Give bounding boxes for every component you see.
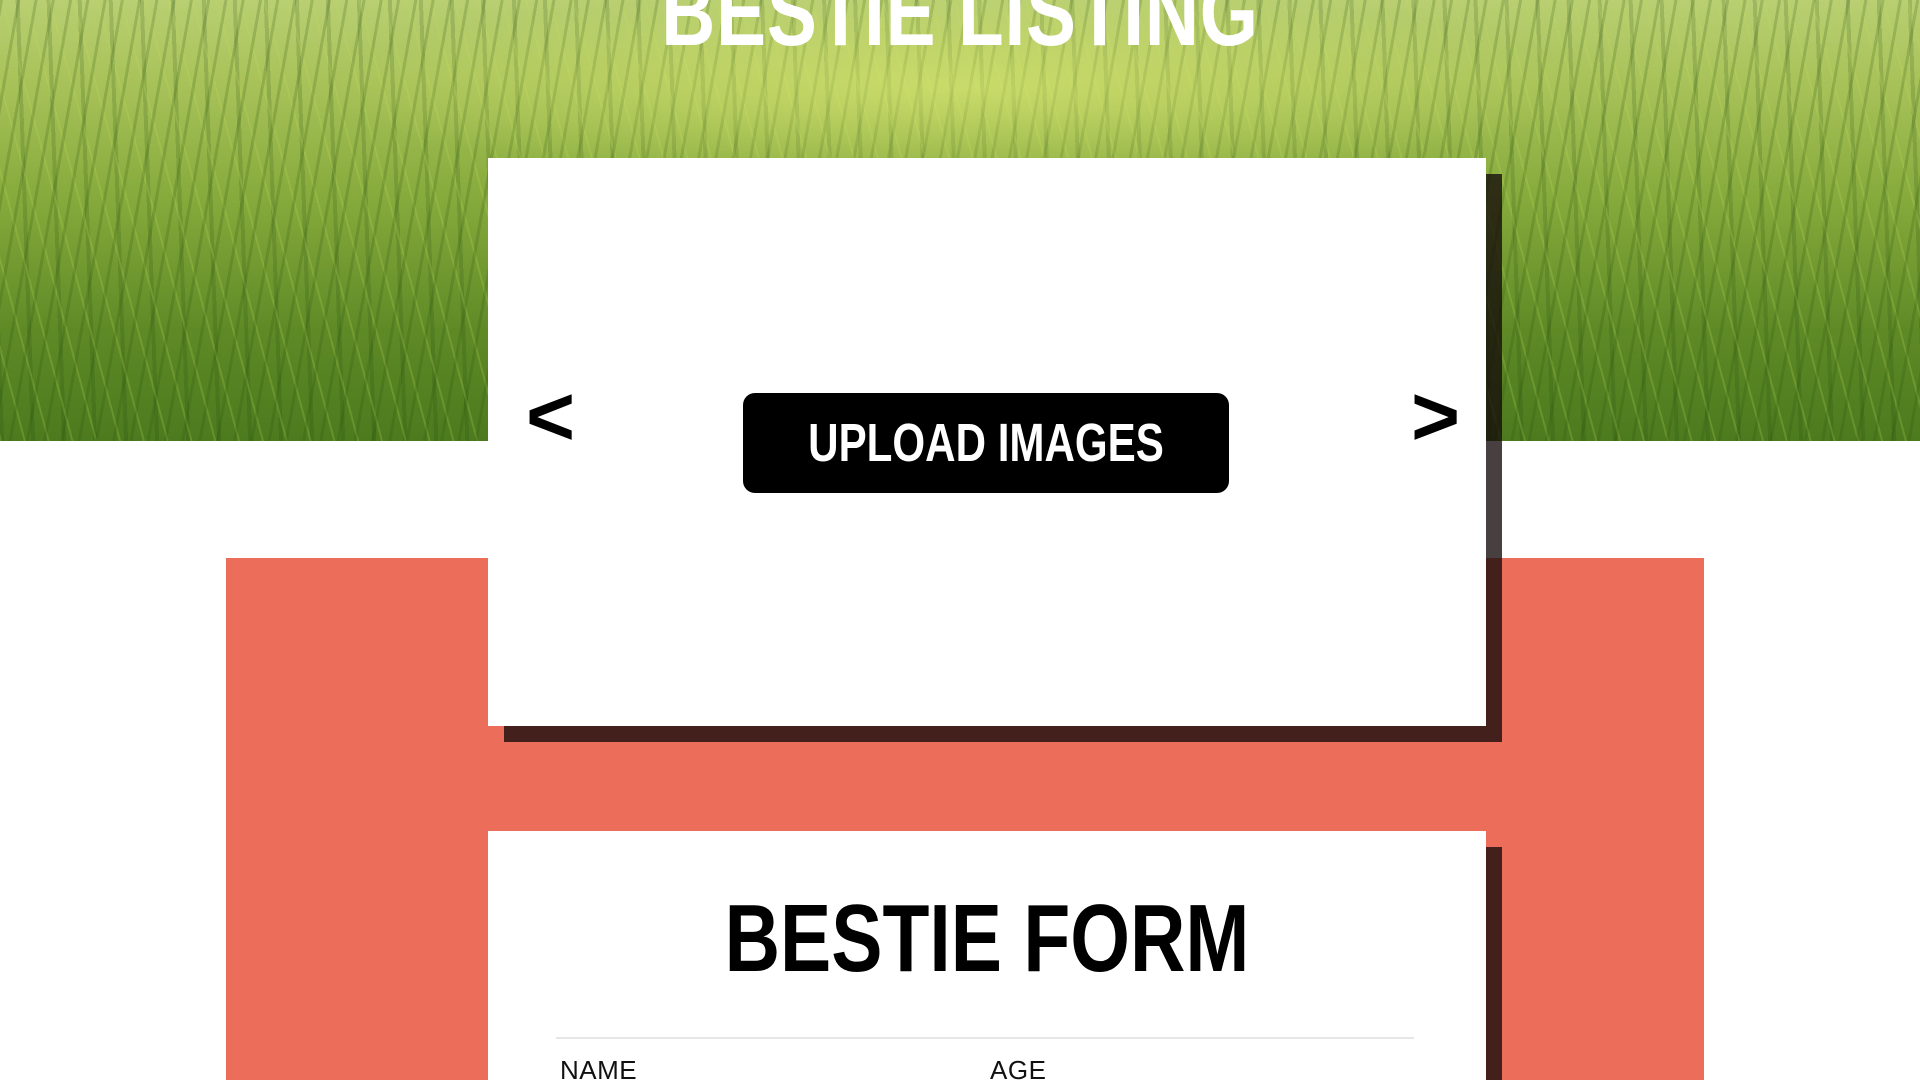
age-field-label: AGE	[990, 1055, 1047, 1080]
form-divider	[556, 1037, 1414, 1039]
form-title: BESTIE FORM	[724, 885, 1250, 992]
chevron-right-icon[interactable]: >	[1411, 374, 1460, 458]
bestie-form-card: BESTIE FORM NAME AGE	[488, 831, 1486, 1080]
page-title: BESTIE LISTING	[661, 0, 1259, 66]
image-carousel-card: < UPLOAD IMAGES >	[488, 158, 1486, 726]
upload-images-label: UPLOAD IMAGES	[808, 413, 1164, 473]
name-field-label: NAME	[560, 1055, 638, 1080]
chevron-left-icon[interactable]: <	[526, 374, 575, 458]
page: BESTIE LISTING < UPLOAD IMAGES > BESTIE …	[0, 0, 1920, 1080]
upload-images-button[interactable]: UPLOAD IMAGES	[743, 393, 1229, 493]
